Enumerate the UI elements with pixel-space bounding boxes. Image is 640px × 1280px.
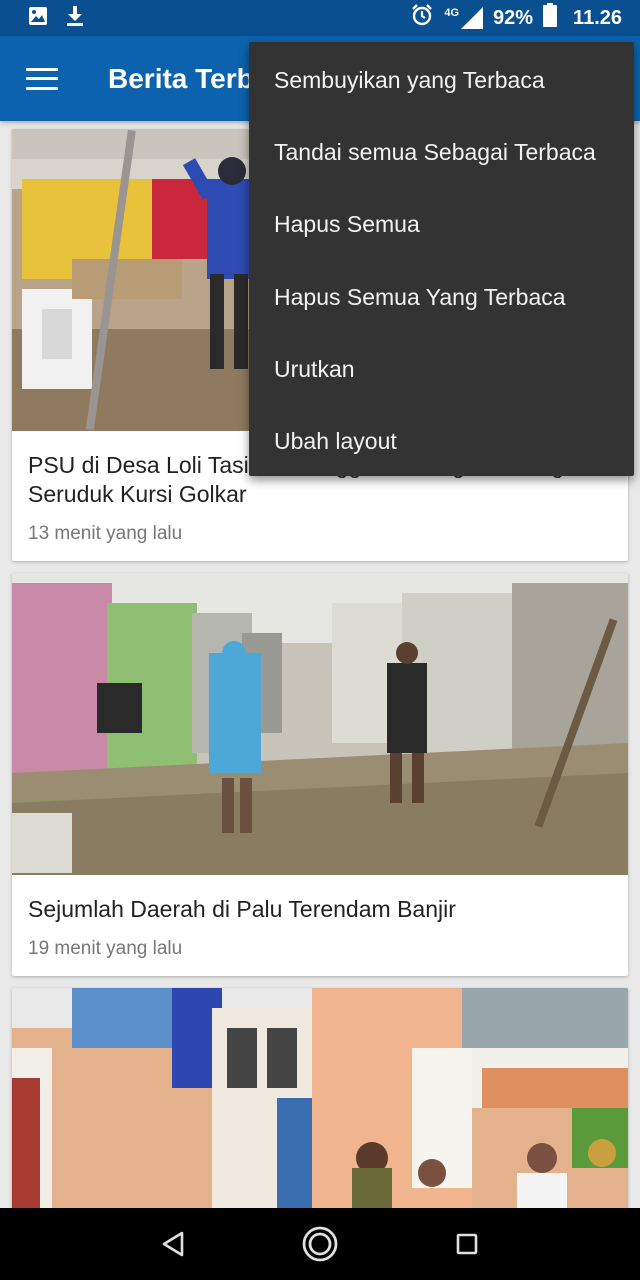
image-icon (28, 6, 48, 31)
alarm-icon (410, 3, 434, 33)
network-label: 4G (444, 7, 460, 19)
download-icon (66, 5, 84, 31)
article-time: 19 menit yang lalu (28, 938, 183, 959)
battery-icon (543, 3, 558, 33)
navigation-bar (0, 1208, 640, 1280)
overflow-menu: Sembuyikan yang Terbaca Tandai semua Seb… (249, 42, 634, 476)
menu-item-sort[interactable]: Urutkan (249, 333, 634, 405)
article-card[interactable] (12, 988, 628, 1208)
menu-item-change-layout[interactable]: Ubah layout (249, 405, 634, 477)
article-image (12, 573, 628, 875)
menu-item-delete-all[interactable]: Hapus Semua (249, 189, 634, 261)
article-time: 13 menit yang lalu (28, 523, 183, 544)
article-card[interactable]: Sejumlah Daerah di Palu Terendam Banjir … (12, 573, 628, 976)
recents-icon[interactable] (437, 1214, 497, 1274)
signal-icon: 4G (444, 7, 484, 29)
article-title: Sejumlah Daerah di Palu Terendam Banjir (28, 896, 456, 922)
home-icon[interactable] (290, 1214, 350, 1274)
article-image (12, 988, 628, 1208)
menu-item-mark-all-read[interactable]: Tandai semua Sebagai Terbaca (249, 116, 634, 188)
menu-item-delete-all-read[interactable]: Hapus Semua Yang Terbaca (249, 261, 634, 333)
status-bar: 4G 92% 11.26 (0, 0, 640, 36)
screen: 4G 92% 11.26 Berita Terbaru PSU di Desa … (0, 0, 640, 1280)
menu-item-hide-read[interactable]: Sembuyikan yang Terbaca (249, 44, 634, 116)
back-icon[interactable] (143, 1214, 203, 1274)
clock: 11.26 (573, 6, 622, 29)
battery-percent: 92% (493, 6, 534, 29)
hamburger-icon[interactable] (26, 67, 58, 90)
